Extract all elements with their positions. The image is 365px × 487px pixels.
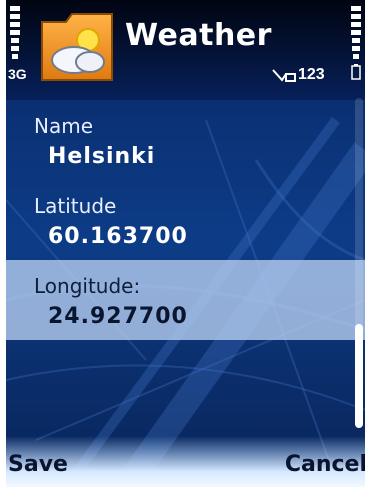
envelope-indicator-icon (272, 69, 296, 82)
scrollbar-thumb[interactable] (355, 324, 363, 428)
latitude-field[interactable]: Latitude 60.163700 (6, 180, 365, 260)
network-type-label: 3G (8, 66, 27, 82)
battery-level-icon (351, 6, 361, 59)
status-indicator: 123 (272, 66, 325, 84)
longitude-field[interactable]: Longitude: 24.927700 (6, 260, 365, 340)
name-field-label: Name (34, 114, 94, 138)
indicator-text: 123 (298, 66, 325, 83)
latitude-field-value[interactable]: 60.163700 (48, 224, 188, 249)
longitude-field-value[interactable]: 24.927700 (48, 304, 188, 329)
title-bar: 3G Weather 123 (6, 0, 365, 100)
battery-small-icon (351, 64, 361, 80)
location-form: Name Helsinki Latitude 60.163700 Longitu… (6, 100, 365, 340)
folder-weather-icon (41, 13, 113, 81)
signal-strength-icon (10, 6, 20, 59)
app-title: Weather (125, 18, 272, 53)
cancel-softkey[interactable]: Cancel (285, 452, 365, 477)
name-field[interactable]: Name Helsinki (6, 100, 365, 180)
phone-screen: 3G Weather 123 Name Helsinki Latitude 60… (6, 0, 365, 487)
longitude-field-label: Longitude: (34, 274, 141, 298)
latitude-field-label: Latitude (34, 194, 117, 218)
save-softkey[interactable]: Save (8, 452, 68, 477)
softkey-bar: Save Cancel (6, 436, 365, 487)
scrollbar[interactable] (355, 98, 363, 428)
name-field-value[interactable]: Helsinki (48, 144, 155, 169)
